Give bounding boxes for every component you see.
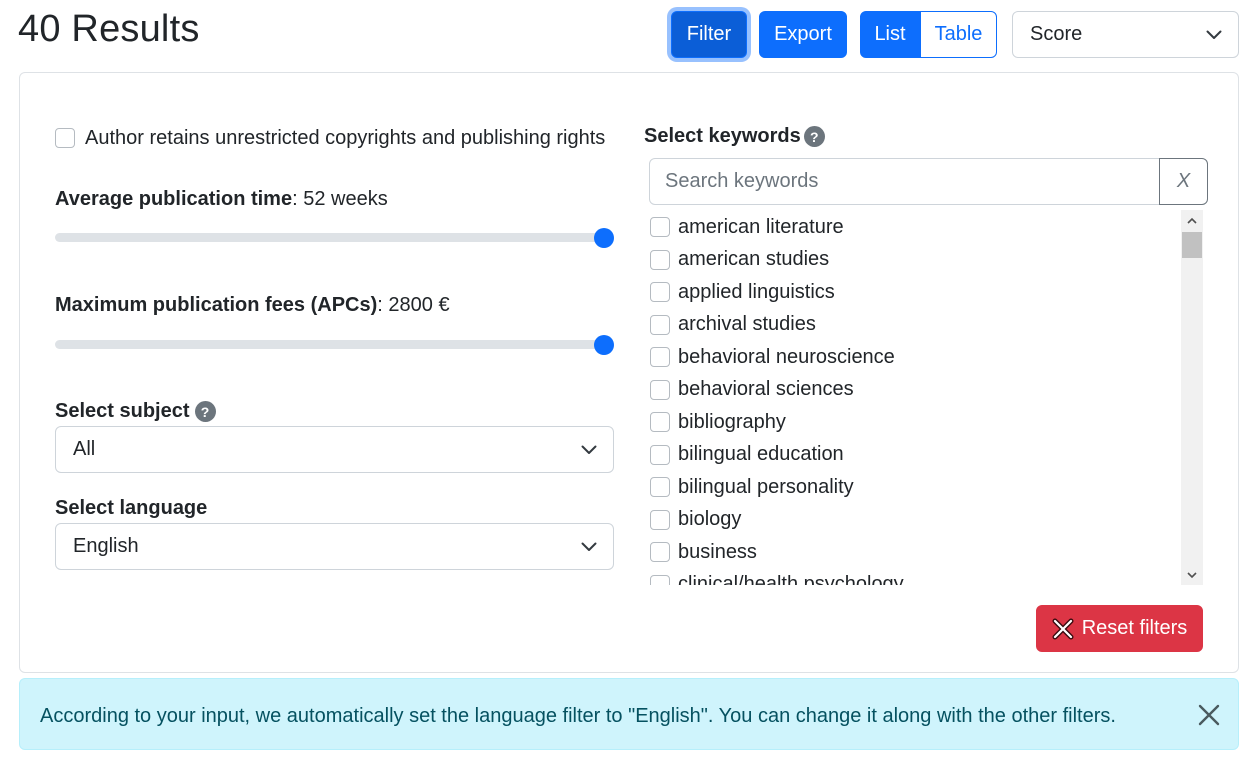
keyword-label: bilingual personality bbox=[678, 475, 854, 498]
chevron-down-icon bbox=[1206, 30, 1222, 39]
scrollbar-thumb[interactable] bbox=[1182, 232, 1202, 258]
subject-select-value: All bbox=[73, 438, 96, 460]
keyword-item[interactable]: american studies bbox=[649, 244, 829, 276]
keyword-label: bibliography bbox=[678, 410, 786, 433]
keywords-help-icon[interactable]: ? bbox=[803, 126, 825, 147]
keyword-item[interactable]: bilingual personality bbox=[649, 471, 854, 503]
keyword-checkbox[interactable] bbox=[650, 347, 670, 367]
max-fees-label: Maximum publication fees (APCs): 2800 € bbox=[55, 294, 450, 317]
keyword-item[interactable]: bilingual education bbox=[649, 439, 844, 471]
avg-publication-time-slider-thumb[interactable] bbox=[594, 228, 614, 248]
avg-publication-time-slider-track[interactable] bbox=[55, 233, 606, 242]
view-table-button[interactable]: Table bbox=[920, 11, 997, 58]
keyword-checkbox[interactable] bbox=[650, 249, 670, 270]
results-page: 40 Results Filter Export List Table Scor… bbox=[0, 0, 1258, 762]
keyword-label: behavioral neuroscience bbox=[678, 345, 895, 368]
filter-button[interactable]: Filter bbox=[671, 11, 747, 58]
language-select[interactable]: English bbox=[55, 523, 614, 570]
keyword-item[interactable]: business bbox=[649, 536, 757, 568]
view-toggle-group: List Table bbox=[860, 11, 997, 58]
reset-filters-label: Reset filters bbox=[1081, 617, 1188, 639]
avg-publication-time-label: Average publication time: 52 weeks bbox=[55, 188, 388, 211]
keyword-item[interactable]: american literature bbox=[649, 211, 844, 243]
sort-select-value: Score bbox=[1030, 23, 1083, 45]
keywords-label-text: Select keywords bbox=[644, 125, 801, 147]
keyword-item[interactable]: clinical/health psychology bbox=[649, 569, 904, 585]
subject-help-icon[interactable]: ? bbox=[194, 401, 216, 422]
info-alert: According to your input, we automaticall… bbox=[19, 678, 1239, 750]
keyword-label: american literature bbox=[678, 215, 844, 238]
max-fees-slider-thumb[interactable] bbox=[594, 335, 614, 355]
keyword-checkbox[interactable] bbox=[650, 444, 670, 465]
max-fees-slider-track[interactable] bbox=[55, 340, 606, 349]
keyword-item[interactable]: behavioral neuroscience bbox=[649, 341, 895, 373]
sort-select[interactable]: Score bbox=[1012, 11, 1239, 58]
max-fees-title: Maximum publication fees (APCs) bbox=[55, 294, 378, 316]
keyword-checkbox[interactable] bbox=[650, 379, 670, 400]
keyword-label: biology bbox=[678, 508, 742, 530]
keywords-label: Select keywords ? bbox=[644, 125, 825, 148]
subject-label: Select subject ? bbox=[55, 400, 216, 423]
subject-select[interactable]: All bbox=[55, 426, 614, 473]
keywords-clear-button[interactable]: X bbox=[1159, 158, 1208, 205]
keyword-label: american studies bbox=[678, 248, 830, 270]
reset-filters-button[interactable]: Reset filters bbox=[1036, 605, 1203, 652]
close-icon[interactable] bbox=[1197, 703, 1221, 727]
info-alert-message: According to your input, we automaticall… bbox=[40, 705, 1116, 727]
keyword-item[interactable]: bibliography bbox=[649, 406, 786, 438]
keyword-label: business bbox=[678, 540, 757, 563]
keywords-search-input[interactable] bbox=[649, 158, 1160, 205]
keywords-scrollbar[interactable] bbox=[1181, 210, 1203, 585]
subject-label-text: Select subject bbox=[55, 400, 190, 422]
copyright-label: Author retains unrestricted copyrights a… bbox=[85, 127, 606, 149]
keyword-checkbox[interactable] bbox=[650, 412, 670, 432]
avg-publication-time-value: : 52 weeks bbox=[292, 188, 388, 210]
keyword-label: bilingual education bbox=[678, 443, 844, 465]
close-x-icon bbox=[1052, 618, 1074, 639]
keyword-checkbox[interactable] bbox=[650, 282, 670, 302]
results-count-title: 40 Results bbox=[18, 8, 200, 50]
chevron-down-icon bbox=[581, 542, 597, 551]
keyword-checkbox[interactable] bbox=[650, 477, 670, 497]
keyword-label: behavioral sciences bbox=[678, 378, 854, 400]
max-fees-value: : 2800 € bbox=[377, 294, 450, 316]
chevron-down-icon bbox=[581, 445, 597, 454]
keyword-checkbox[interactable] bbox=[650, 509, 670, 530]
keyword-label: clinical/health psychology bbox=[678, 573, 904, 585]
keyword-label: applied linguistics bbox=[678, 280, 835, 303]
keyword-item[interactable]: archival studies bbox=[649, 309, 816, 341]
avg-publication-time-title: Average publication time bbox=[55, 188, 293, 210]
scroll-up-arrow-icon[interactable] bbox=[1181, 210, 1203, 230]
language-label: Select language bbox=[55, 497, 208, 519]
keyword-checkbox[interactable] bbox=[650, 314, 670, 335]
keyword-item[interactable]: behavioral sciences bbox=[649, 374, 854, 406]
keyword-label: archival studies bbox=[678, 313, 816, 335]
export-button[interactable]: Export bbox=[759, 11, 847, 58]
keywords-list: american literature american studies appli… bbox=[649, 210, 1204, 585]
scroll-down-arrow-icon[interactable] bbox=[1181, 565, 1203, 585]
view-list-button[interactable]: List bbox=[860, 11, 920, 58]
keyword-checkbox[interactable] bbox=[650, 217, 670, 237]
keyword-item[interactable]: applied linguistics bbox=[649, 276, 835, 308]
language-select-value: English bbox=[73, 535, 139, 557]
keyword-item[interactable]: biology bbox=[649, 504, 741, 536]
copyright-checkbox[interactable] bbox=[55, 128, 75, 148]
keyword-checkbox[interactable] bbox=[650, 542, 670, 562]
keyword-checkbox[interactable] bbox=[650, 574, 670, 585]
